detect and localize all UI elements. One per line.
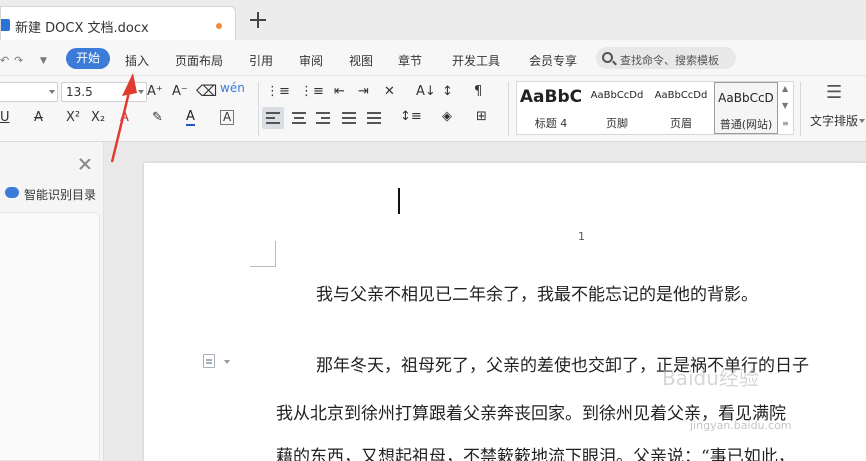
writer-doc-icon (1, 19, 10, 31)
toc-list-area (0, 212, 100, 461)
distribute-icon[interactable] (367, 112, 381, 124)
line-spacing-icon[interactable]: ↕≡ (400, 109, 422, 124)
undo-icon[interactable]: ↶ (0, 54, 9, 67)
text-cursor (398, 188, 400, 214)
style-up-icon[interactable]: ▲ (782, 84, 788, 93)
subscript-icon[interactable]: X₂ (91, 110, 105, 125)
align-center-icon[interactable] (292, 112, 306, 124)
tab-view[interactable]: 视图 (349, 52, 373, 69)
paragraph-handle-icon[interactable] (203, 354, 215, 368)
tab-start[interactable]: 开始 (66, 48, 110, 69)
smart-toc-icon (5, 187, 19, 198)
margin-corner-mark (250, 241, 276, 267)
shrink-font-icon[interactable]: A⁻ (172, 84, 188, 99)
smart-toc-button[interactable]: 智能识别目录 (24, 186, 96, 203)
text-effect-icon[interactable]: A (120, 110, 129, 125)
shading-icon[interactable]: ◈ (442, 109, 452, 124)
unsaved-dot-icon (216, 23, 222, 29)
chevron-down-icon (224, 360, 230, 364)
font-size-select[interactable]: 13.5 (61, 82, 147, 102)
quick-access-dropdown-icon[interactable]: ▼ (40, 56, 47, 66)
document-page[interactable]: 1 我与父亲不相见已二年余了，我最不能忘记的是他的背影。 那年冬天，祖母死了，父… (144, 163, 866, 461)
superscript-icon[interactable]: X² (66, 110, 80, 125)
search-icon (602, 52, 613, 63)
style-heading4[interactable]: AaBbC 标题 4 (517, 82, 585, 134)
increase-indent-icon[interactable]: ⇥ (358, 84, 369, 99)
chevron-down-icon (859, 119, 865, 123)
tab-review[interactable]: 审阅 (299, 52, 323, 69)
text-layout-icon[interactable]: ☰ (826, 82, 842, 103)
paragraph-line: 藉的东西，又想起祖母，不禁簌簌地流下眼泪。父亲说：“事已如此， (276, 447, 795, 461)
document-tab[interactable]: 新建 DOCX 文档.docx (0, 6, 236, 40)
style-down-icon[interactable]: ▼ (782, 101, 788, 110)
align-right-icon[interactable] (316, 112, 330, 124)
style-footer[interactable]: AaBbCcDd 页脚 (585, 82, 649, 134)
text-direction-icon[interactable]: A↓ (416, 84, 436, 99)
sort-icon[interactable]: ↕ (442, 84, 453, 99)
borders-icon[interactable]: ⊞ (476, 109, 487, 124)
style-more-icon[interactable]: ≡ (782, 119, 789, 128)
grow-font-icon[interactable]: A⁺ (147, 84, 163, 99)
tab-bar: 新建 DOCX 文档.docx (0, 0, 866, 40)
font-size-value: 13.5 (66, 85, 93, 99)
tab-page-layout[interactable]: 页面布局 (175, 52, 223, 69)
justify-icon[interactable] (342, 112, 356, 124)
show-marks-icon[interactable]: ¶ (474, 84, 482, 99)
tab-references[interactable]: 引用 (249, 52, 273, 69)
char-border-icon[interactable]: A (220, 110, 235, 125)
new-tab-plus-icon[interactable] (250, 12, 266, 28)
command-search[interactable]: 查找命令、搜索模板 (596, 47, 736, 69)
page-number: 1 (578, 230, 585, 243)
decrease-indent-icon[interactable]: ⇤ (334, 84, 345, 99)
style-gallery: AaBbC 标题 4 AaBbCcDd 页脚 AaBbCcDd 页眉 AaBbC… (516, 81, 794, 135)
chevron-down-icon (138, 90, 144, 94)
style-normal-web[interactable]: AaBbCcD 普通(网站) (714, 82, 778, 134)
font-color-icon[interactable]: A (186, 110, 195, 126)
underline-icon[interactable]: U (0, 110, 10, 125)
bullet-list-icon[interactable]: ⋮≡ (266, 84, 290, 99)
document-tab-title: 新建 DOCX 文档.docx (15, 21, 149, 36)
font-family-select[interactable] (0, 82, 58, 102)
tab-section[interactable]: 章节 (398, 52, 422, 69)
watermark: Baidu经验 (662, 366, 759, 390)
numbered-list-icon[interactable]: ⋮≡ (300, 84, 324, 99)
paragraph-line: 我与父亲不相见已二年余了，我最不能忘记的是他的背影。 (316, 285, 758, 305)
tab-developer[interactable]: 开发工具 (452, 52, 500, 69)
navigation-pane: 智能识别目录 (0, 142, 104, 461)
watermark-url: jingyan.baidu.com (690, 419, 792, 432)
close-icon[interactable] (79, 158, 91, 170)
text-layout-button[interactable]: 文字排版 (810, 112, 858, 129)
menu-bar: ↶ ↷ ▼ 开始 插入 页面布局 引用 审阅 视图 章节 开发工具 会员专享 查… (0, 40, 866, 76)
clear-format-icon[interactable]: ⌫ (196, 82, 217, 100)
strikethrough-icon[interactable]: A (34, 110, 43, 125)
chinese-layout-icon[interactable]: ✕ (384, 84, 395, 99)
phonetic-guide-icon[interactable]: wén (220, 81, 245, 95)
tab-insert[interactable]: 插入 (125, 52, 149, 69)
tab-member[interactable]: 会员专享 (529, 52, 577, 69)
highlight-icon[interactable]: ✎ (152, 110, 163, 125)
redo-icon[interactable]: ↷ (14, 54, 23, 67)
chevron-down-icon (49, 90, 55, 94)
command-search-placeholder: 查找命令、搜索模板 (620, 54, 719, 67)
style-header[interactable]: AaBbCcDd 页眉 (649, 82, 713, 134)
align-left-icon[interactable] (266, 112, 280, 124)
ribbon-toolbar: 13.5 A⁺ A⁻ ⌫ wén U A X² X₂ A ✎ A A ⋮≡ ⋮≡… (0, 76, 866, 142)
